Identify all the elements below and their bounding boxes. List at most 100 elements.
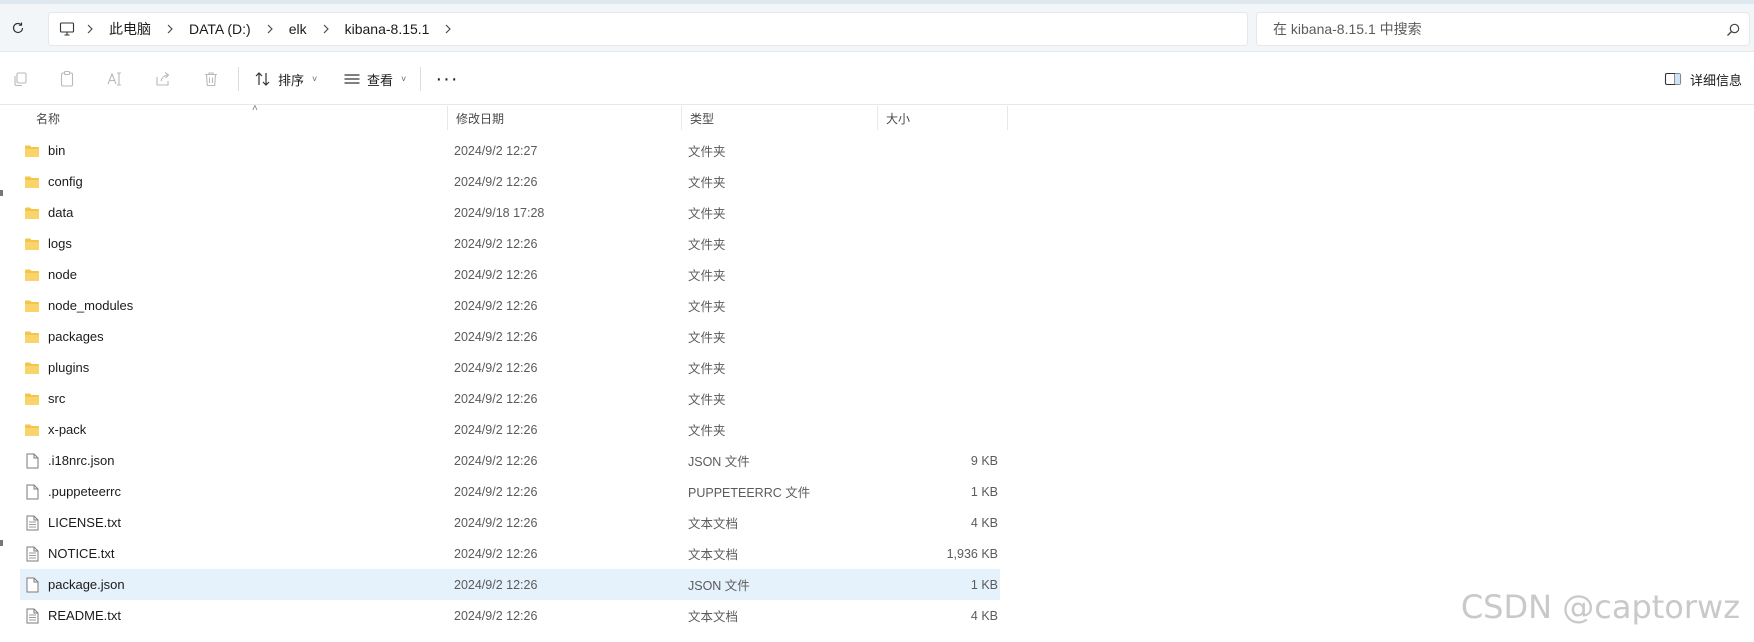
file-date: 2024/9/2 12:26: [454, 484, 538, 499]
file-row[interactable]: node_modules 2024/9/2 12:26 文件夹: [20, 290, 1000, 321]
file-type: 文件夹: [688, 176, 726, 190]
file-type: 文件夹: [688, 300, 726, 314]
file-name: packages: [48, 329, 104, 344]
file-date: 2024/9/2 12:26: [454, 391, 538, 406]
file-row[interactable]: logs 2024/9/2 12:26 文件夹: [20, 228, 1000, 259]
folder-icon: [24, 143, 40, 159]
breadcrumb[interactable]: 此电脑 DATA (D:) elk kibana-8.15.1: [48, 12, 1248, 46]
file-date: 2024/9/18 17:28: [454, 205, 545, 220]
file-name-cell[interactable]: src: [24, 383, 65, 414]
file-date: 2024/9/2 12:26: [454, 267, 538, 282]
file-row[interactable]: README.txt 2024/9/2 12:26 文本文档 4 KB: [20, 600, 1000, 631]
file-row[interactable]: config 2024/9/2 12:26 文件夹: [20, 166, 1000, 197]
command-bar: 排序 ˅ 查看 ˅ ··· 详细信息: [0, 53, 1754, 105]
delete-icon[interactable]: [201, 69, 221, 89]
folder-icon: [24, 422, 40, 438]
computer-icon[interactable]: [59, 21, 75, 37]
breadcrumb-item-elk[interactable]: elk: [279, 21, 317, 37]
details-pane-button[interactable]: 详细信息: [1664, 67, 1742, 91]
text-file-icon: [24, 515, 40, 531]
folder-icon: [24, 267, 40, 283]
folder-icon: [24, 360, 40, 376]
file-name-cell[interactable]: package.json: [24, 569, 125, 600]
file-row[interactable]: package.json 2024/9/2 12:26 JSON 文件 1 KB: [20, 569, 1000, 600]
file-row[interactable]: .i18nrc.json 2024/9/2 12:26 JSON 文件 9 KB: [20, 445, 1000, 476]
file-name-cell[interactable]: packages: [24, 321, 104, 352]
file-name: data: [48, 205, 74, 220]
chevron-right-icon[interactable]: [163, 22, 177, 36]
file-date: 2024/9/2 12:26: [454, 515, 538, 530]
file-name-cell[interactable]: README.txt: [24, 600, 121, 631]
breadcrumb-item-kibana[interactable]: kibana-8.15.1: [335, 21, 440, 37]
file-date: 2024/9/2 12:27: [454, 143, 538, 158]
file-date: 2024/9/2 12:26: [454, 577, 538, 592]
nav-pane-edge-mark: [0, 540, 3, 546]
chevron-right-icon[interactable]: [319, 22, 333, 36]
file-name-cell[interactable]: node: [24, 259, 77, 290]
file-name-cell[interactable]: LICENSE.txt: [24, 507, 121, 538]
file-date: 2024/9/2 12:26: [454, 329, 538, 344]
folder-icon: [24, 298, 40, 314]
column-header-date[interactable]: 修改日期: [448, 106, 682, 130]
file-name: package.json: [48, 577, 125, 592]
sort-button[interactable]: 排序 ˅: [254, 66, 317, 92]
file-row[interactable]: src 2024/9/2 12:26 文件夹: [20, 383, 1000, 414]
rename-icon[interactable]: [105, 69, 125, 89]
sort-label: 排序: [278, 72, 305, 88]
file-row[interactable]: node 2024/9/2 12:26 文件夹: [20, 259, 1000, 290]
text-file-icon: [24, 546, 40, 562]
file-type: JSON 文件: [688, 455, 750, 469]
file-name-cell[interactable]: plugins: [24, 352, 89, 383]
file-name: logs: [48, 236, 72, 251]
file-size: [878, 135, 998, 166]
breadcrumb-item-drive[interactable]: DATA (D:): [179, 21, 261, 37]
file-name-cell[interactable]: data: [24, 197, 73, 228]
column-header-type[interactable]: 类型: [682, 106, 878, 130]
breadcrumb-item-pc[interactable]: 此电脑: [99, 19, 161, 39]
file-name-cell[interactable]: .i18nrc.json: [24, 445, 114, 476]
file-date: 2024/9/2 12:26: [454, 422, 538, 437]
file-rows: bin 2024/9/2 12:27 文件夹 config 2024/9/2 12:26…: [20, 135, 1000, 631]
file-name-cell[interactable]: config: [24, 166, 83, 197]
share-icon[interactable]: [153, 69, 173, 89]
file-name: config: [48, 174, 83, 189]
search-input[interactable]: [1271, 20, 1711, 38]
file-size: [878, 383, 998, 414]
file-row[interactable]: data 2024/9/18 17:28 文件夹: [20, 197, 1000, 228]
file-row[interactable]: .puppeteerrc 2024/9/2 12:26 PUPPETEERRC 文件…: [20, 476, 1000, 507]
folder-icon: [24, 329, 40, 345]
chevron-right-icon[interactable]: [263, 22, 277, 36]
file-row[interactable]: x-pack 2024/9/2 12:26 文件夹: [20, 414, 1000, 445]
file-name-cell[interactable]: logs: [24, 228, 72, 259]
file-row[interactable]: LICENSE.txt 2024/9/2 12:26 文本文档 4 KB: [20, 507, 1000, 538]
more-options-button[interactable]: ···: [434, 66, 460, 92]
toolbar-divider: [238, 67, 239, 91]
copy-icon[interactable]: [10, 69, 30, 89]
file-row[interactable]: packages 2024/9/2 12:26 文件夹: [20, 321, 1000, 352]
column-header-name[interactable]: 名称: [20, 106, 448, 130]
column-header-size[interactable]: 大小: [878, 106, 1008, 130]
search-box[interactable]: [1256, 12, 1750, 46]
file-name-cell[interactable]: bin: [24, 135, 65, 166]
file-size: 1 KB: [970, 484, 998, 499]
file-date: 2024/9/2 12:26: [454, 453, 538, 468]
file-type: 文本文档: [688, 610, 739, 624]
chevron-right-icon[interactable]: [83, 22, 97, 36]
chevron-right-icon[interactable]: [441, 22, 455, 36]
file-name-cell[interactable]: node_modules: [24, 290, 133, 321]
file-size: [878, 321, 998, 352]
refresh-button[interactable]: [6, 16, 30, 40]
file-type: 文件夹: [688, 362, 726, 376]
file-type: 文件夹: [688, 207, 726, 221]
file-icon: [24, 484, 40, 500]
file-name-cell[interactable]: .puppeteerrc: [24, 476, 121, 507]
file-row[interactable]: NOTICE.txt 2024/9/2 12:26 文本文档 1,936 KB: [20, 538, 1000, 569]
paste-icon[interactable]: [57, 69, 77, 89]
search-icon[interactable]: [1725, 22, 1741, 38]
file-row[interactable]: bin 2024/9/2 12:27 文件夹: [20, 135, 1000, 166]
view-button[interactable]: 查看 ˅: [343, 66, 406, 92]
file-list: 名称 ˄ 修改日期 类型 大小 bin 2024/9/2 12:27 文件夹 conf…: [0, 103, 1754, 642]
file-name-cell[interactable]: NOTICE.txt: [24, 538, 114, 569]
file-name-cell[interactable]: x-pack: [24, 414, 86, 445]
file-row[interactable]: plugins 2024/9/2 12:26 文件夹: [20, 352, 1000, 383]
